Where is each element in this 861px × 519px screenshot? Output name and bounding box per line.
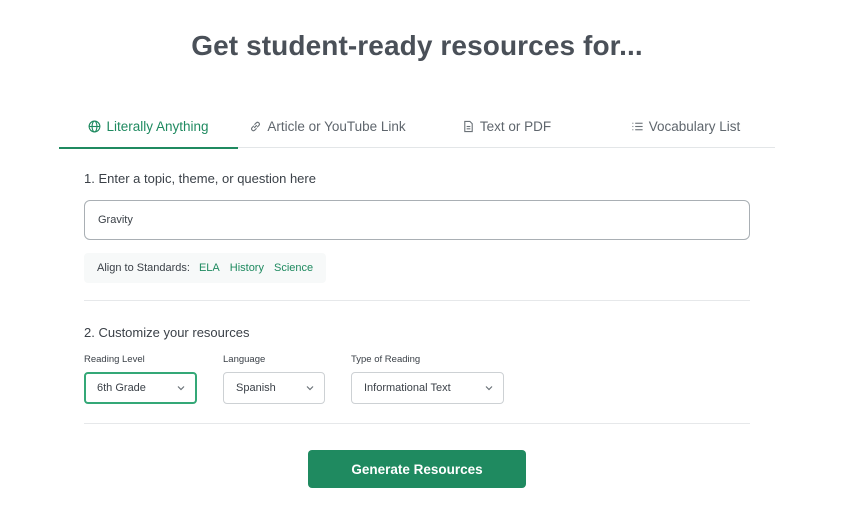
standards-label: Align to Standards: — [97, 262, 190, 274]
generate-resources-button[interactable]: Generate Resources — [308, 450, 526, 488]
chevron-down-icon — [177, 386, 185, 391]
reading-level-select[interactable]: 6th Grade — [84, 372, 197, 404]
list-icon — [632, 122, 643, 131]
divider — [84, 423, 750, 424]
language-value: Spanish — [236, 382, 276, 394]
tab-article-youtube-link[interactable]: Article or YouTube Link — [238, 105, 417, 148]
page-title: Get student-ready resources for... — [191, 30, 643, 61]
step1-label: 1. Enter a topic, theme, or question her… — [84, 171, 316, 186]
reading-type-select[interactable]: Informational Text — [351, 372, 504, 404]
reading-level-label: Reading Level — [84, 354, 145, 365]
standards-bar: Align to Standards: ELA History Science — [84, 253, 326, 283]
language-select[interactable]: Spanish — [223, 372, 325, 404]
reading-level-value: 6th Grade — [97, 382, 146, 394]
reading-type-value: Informational Text — [364, 382, 451, 394]
chevron-down-icon — [485, 386, 493, 391]
tab-label: Article or YouTube Link — [267, 119, 406, 134]
tab-label: Vocabulary List — [648, 119, 741, 134]
globe-icon — [89, 120, 101, 133]
tab-label: Text or PDF — [479, 119, 552, 134]
tab-vocabulary-list[interactable]: Vocabulary List — [596, 105, 775, 148]
tab-literally-anything[interactable]: Literally Anything — [59, 105, 238, 149]
link-icon — [251, 121, 261, 132]
standard-science-link[interactable]: Science — [274, 262, 313, 274]
standard-history-link[interactable]: History — [230, 262, 264, 274]
topic-input[interactable] — [84, 200, 750, 240]
document-icon — [464, 120, 473, 133]
step2-label: 2. Customize your resources — [84, 325, 250, 340]
tab-label: Literally Anything — [106, 119, 209, 134]
resource-source-tabs: Literally Anything Article or YouTube Li… — [59, 105, 775, 149]
divider — [84, 300, 750, 301]
reading-type-label: Type of Reading — [351, 354, 421, 365]
tab-text-or-pdf[interactable]: Text or PDF — [417, 105, 596, 148]
chevron-down-icon — [306, 386, 314, 391]
language-label: Language — [223, 354, 266, 365]
standard-ela-link[interactable]: ELA — [199, 262, 220, 274]
